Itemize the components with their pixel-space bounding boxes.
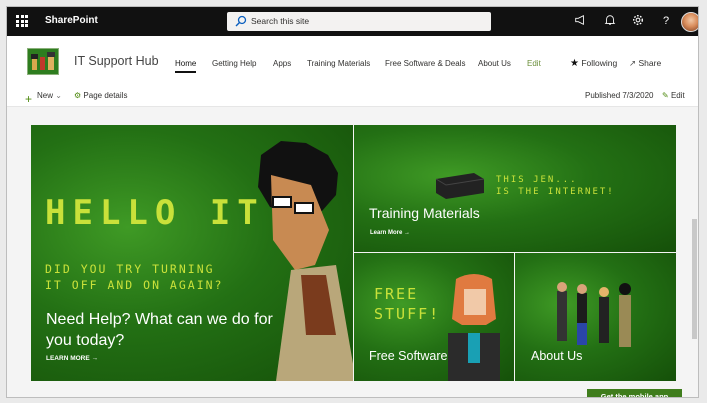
edit-label: Edit <box>670 91 685 100</box>
nav-home[interactable]: Home <box>175 59 197 73</box>
share-button[interactable]: ↗ Share <box>629 58 661 69</box>
software-led-1: FREE <box>374 285 419 303</box>
page-details-button[interactable]: ⚙ Page details <box>74 91 127 100</box>
search-icon <box>235 15 247 27</box>
jen-character-image <box>448 274 500 381</box>
nav-free-software[interactable]: Free Software & Deals <box>385 59 465 68</box>
hero-tile-free-software[interactable]: FREE STUFF! Free Software <box>354 253 514 381</box>
edit-page-button[interactable]: ✎ Edit <box>662 91 685 100</box>
browser-frame: SharePoint Search this site ? IT Support… <box>6 6 699 398</box>
sharepoint-brand[interactable]: SharePoint <box>45 15 98 26</box>
plus-icon: + <box>25 92 33 106</box>
about-title: About Us <box>531 349 583 363</box>
scrollbar[interactable] <box>691 107 698 397</box>
get-mobile-app-button[interactable]: Get the mobile app <box>587 389 682 397</box>
hero-tile-about-us[interactable]: About Us <box>515 253 676 381</box>
star-icon: ★ <box>570 58 579 69</box>
bell-icon[interactable] <box>603 14 617 28</box>
pencil-icon: ✎ <box>662 91 669 100</box>
share-icon: ↗ <box>629 58 637 68</box>
published-status: Published 7/3/2020 <box>585 91 654 100</box>
nav-about-us[interactable]: About Us <box>478 59 511 68</box>
scrollbar-thumb[interactable] <box>692 219 697 339</box>
hero-learn-more-link[interactable]: LEARN MORE → <box>46 355 98 362</box>
site-logo[interactable] <box>27 48 59 75</box>
hero-tile-training[interactable]: THIS JEN... IS THE INTERNET! Training Ma… <box>354 125 676 252</box>
training-led-1: THIS JEN... <box>496 175 578 185</box>
page-details-label: Page details <box>83 91 128 100</box>
training-title: Training Materials <box>369 205 480 221</box>
black-box-image <box>435 173 485 199</box>
avatar[interactable] <box>681 12 698 32</box>
search-input[interactable]: Search this site <box>251 16 309 26</box>
new-button[interactable]: + New ⌄ <box>25 91 62 106</box>
megaphone-icon[interactable] <box>573 14 587 28</box>
app-launcher-icon[interactable] <box>16 15 28 27</box>
training-led-2: IS THE INTERNET! <box>496 187 615 197</box>
hero-led-sub-1: DID YOU TRY TURNING <box>45 262 215 276</box>
suite-bar: SharePoint Search this site ? <box>7 7 698 36</box>
team-characters-image <box>557 282 631 347</box>
page-details-icon: ⚙ <box>74 91 82 100</box>
hero-led-sub-2: IT OFF AND ON AGAIN? <box>45 278 224 292</box>
nav-edit[interactable]: Edit <box>527 59 541 68</box>
hero-title: Need Help? What can we do for you today? <box>46 311 273 349</box>
software-led-2: STUFF! <box>374 305 441 323</box>
site-title[interactable]: IT Support Hub <box>74 54 159 68</box>
nav-apps[interactable]: Apps <box>273 59 291 68</box>
training-learn-more-link[interactable]: Learn More → <box>370 230 410 236</box>
nav-training-materials[interactable]: Training Materials <box>307 59 370 68</box>
nav-getting-help[interactable]: Getting Help <box>212 59 256 68</box>
share-label: Share <box>638 58 662 68</box>
hero-led-title: HELLO IT <box>45 193 265 233</box>
new-label: New <box>37 91 54 100</box>
search-box[interactable]: Search this site <box>227 12 491 31</box>
gear-icon[interactable] <box>631 14 645 28</box>
command-bar: + New ⌄ ⚙ Page details Published 7/3/202… <box>7 86 698 107</box>
following-label: Following <box>581 58 618 68</box>
site-header: IT Support Hub Home Getting Help Apps Tr… <box>7 36 698 86</box>
help-icon[interactable]: ? <box>659 14 673 28</box>
hero-tile-need-help[interactable]: HELLO IT DID YOU TRY TURNING IT OFF AND … <box>31 125 353 381</box>
software-title: Free Software <box>369 349 448 363</box>
chevron-down-icon: ⌄ <box>55 91 62 100</box>
following-button[interactable]: ★ Following <box>570 58 617 69</box>
